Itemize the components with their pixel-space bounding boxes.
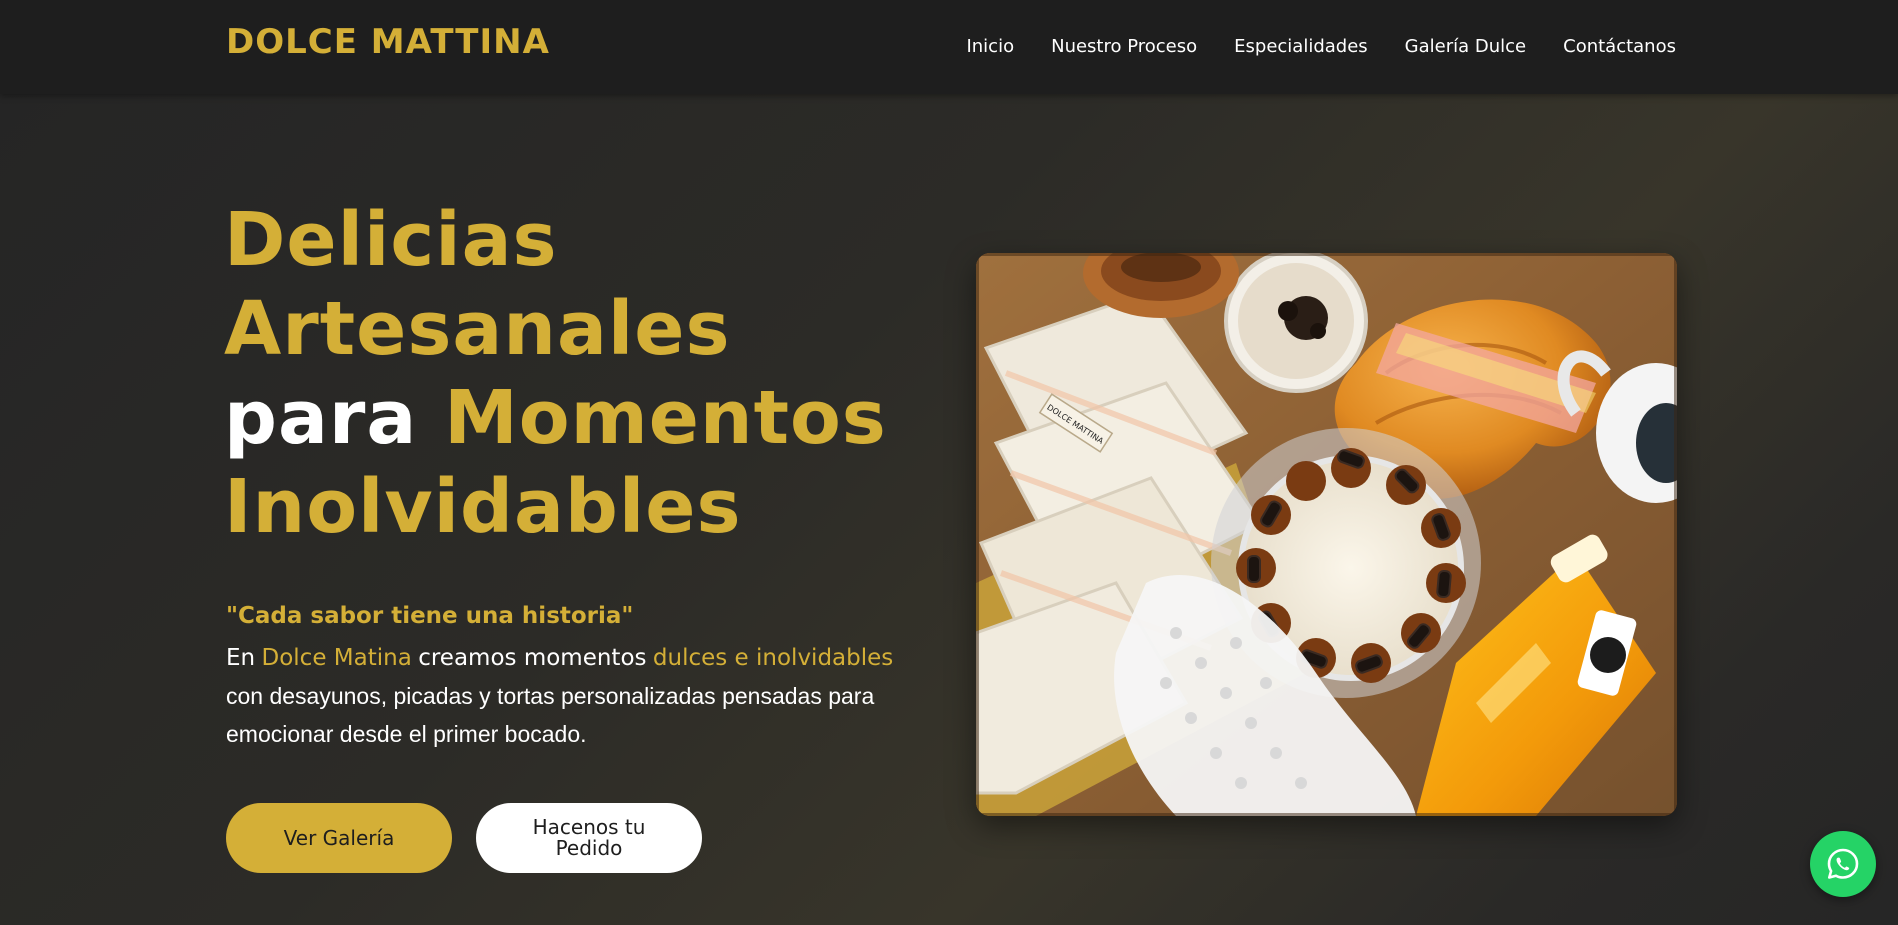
nav-link-contactanos[interactable]: Contáctanos [1563, 36, 1676, 57]
navbar: DOLCE MATTINA Inicio Nuestro Proceso Esp… [0, 0, 1898, 94]
nav-link-inicio[interactable]: Inicio [966, 36, 1014, 57]
brand-logo[interactable]: DOLCE MATTINA [226, 22, 550, 62]
hero-food-photo: DOLCE MATTINA [976, 253, 1677, 816]
desc-brand: Dolce Matina [261, 645, 412, 671]
desc-part-2: creamos momentos [418, 645, 647, 671]
ver-galeria-label: Ver Galería [283, 825, 395, 850]
headline-line-4: Inolvidables [224, 464, 742, 550]
hacenos-tu-pedido-button[interactable]: Hacenos tu Pedido [476, 803, 702, 873]
nav-link-galeria-dulce[interactable]: Galería Dulce [1405, 36, 1526, 57]
headline-line-1: Delicias [224, 197, 558, 283]
headline-line-2: Artesanales [224, 286, 731, 372]
hero-description: En Dolce Matina creamos momentos dulces … [226, 638, 926, 753]
desc-part-3: con desayunos, picadas y tortas personal… [226, 683, 875, 747]
headline-word-para: para [224, 375, 418, 461]
desc-highlight: dulces e inolvidables [652, 645, 894, 671]
hero-headline: Delicias Artesanales para Momentos Inolv… [224, 196, 887, 552]
hero-quote: "Cada sabor tiene una historia" [226, 603, 634, 629]
ver-galeria-button[interactable]: Ver Galería [226, 803, 452, 873]
nav-link-nuestro-proceso[interactable]: Nuestro Proceso [1051, 36, 1197, 57]
hacenos-tu-pedido-label: Hacenos tu Pedido [533, 817, 646, 859]
headline-word-momentos: Momentos [444, 375, 887, 461]
nav-link-especialidades[interactable]: Especialidades [1234, 36, 1368, 57]
whatsapp-button[interactable] [1810, 831, 1876, 897]
nav-links: Inicio Nuestro Proceso Especialidades Ga… [966, 36, 1676, 57]
headline-line-3: para Momentos [224, 374, 887, 463]
mousse-cup [1224, 253, 1368, 393]
order-label-line-2: Pedido [555, 836, 623, 860]
desc-part-1: En [226, 645, 256, 671]
whatsapp-icon [1827, 848, 1859, 879]
breakfast-box-illustration: DOLCE MATTINA [976, 253, 1677, 816]
